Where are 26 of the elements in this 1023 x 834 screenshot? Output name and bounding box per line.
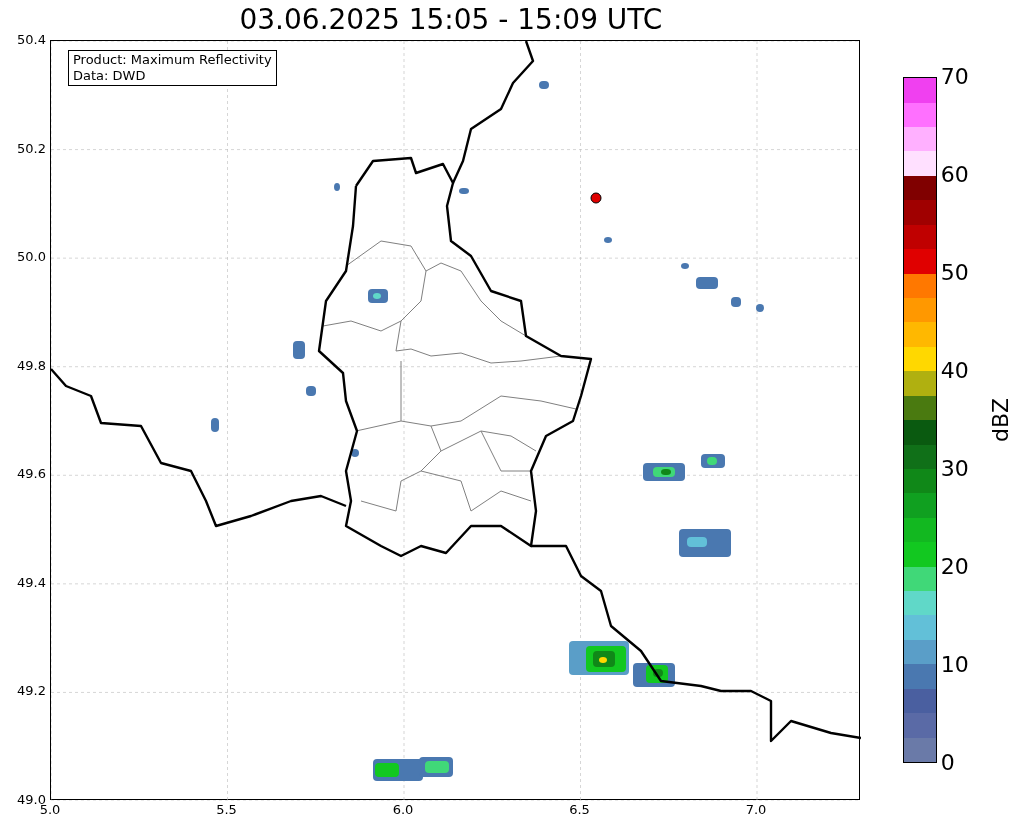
y-tick-label: 50.2 [17, 141, 46, 155]
y-tick-label: 49.0 [17, 793, 46, 806]
x-tick-label: 5.5 [216, 803, 237, 816]
y-tick-label: 49.6 [17, 467, 46, 481]
colorbar-tick-label: 20 [940, 556, 969, 578]
y-tick-label: 49.4 [17, 575, 46, 589]
colorbar-tick-label: 60 [940, 164, 969, 186]
colorbar-label: dBZ [989, 397, 1012, 443]
colorbar-tick-label: 30 [940, 458, 969, 480]
location-marker-icon [590, 192, 602, 204]
colorbar-tick-label: 50 [940, 262, 969, 284]
x-tick-label: 7.0 [745, 803, 767, 816]
x-tick-label: 6.0 [392, 803, 414, 816]
colorbar-tick-label: 0 [940, 752, 955, 774]
x-tick-label: 6.5 [569, 803, 590, 816]
y-tick-label: 50.4 [17, 33, 46, 46]
y-tick-label: 50.0 [17, 250, 46, 264]
colorbar-tick-label: 40 [940, 360, 969, 382]
chart-title: 03.06.2025 15:05 - 15:09 UTC [239, 6, 663, 34]
y-tick-label: 49.8 [17, 358, 46, 372]
info-text: Product: Maximum Reflectivity [73, 52, 272, 68]
y-tick-label: 49.2 [17, 684, 46, 698]
colorbar-tick-label: 70 [940, 66, 969, 88]
info-text: Data: DWD [73, 68, 147, 84]
x-tick-label: 5.0 [39, 803, 61, 816]
colorbar-tick-label: 10 [940, 654, 969, 676]
